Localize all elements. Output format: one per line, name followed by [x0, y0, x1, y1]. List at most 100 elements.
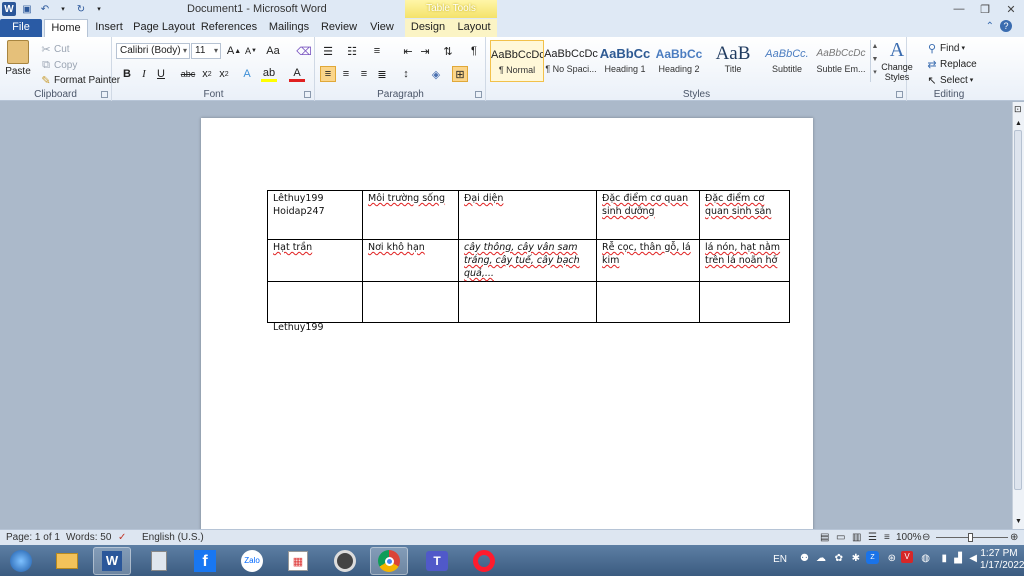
table-cell[interactable]: lá nón, hạt nằm trên lá noãn hở [699, 239, 790, 282]
table-cell[interactable]: Đại diện [458, 190, 597, 240]
increase-indent-button[interactable]: ⇥ [417, 43, 433, 59]
bold-button[interactable]: B [119, 66, 135, 82]
font-color-button[interactable]: A [289, 66, 305, 82]
table-cell[interactable]: Nơi khô hạn [362, 239, 459, 282]
taskbar-camera[interactable] [326, 547, 364, 575]
show-marks-button[interactable]: ¶ [466, 43, 482, 59]
underline-button[interactable]: U [153, 66, 169, 82]
taskbar-paint[interactable]: ▦ [279, 547, 317, 575]
page-count[interactable]: Page: 1 of 1 [6, 532, 60, 543]
language-indicator[interactable]: English (U.S.) [142, 532, 204, 543]
multilevel-list-button[interactable]: ≡ [369, 43, 385, 59]
replace-button[interactable]: ⇄ Replace [924, 56, 976, 72]
document-table[interactable]: Lêthuy199 Hoidap247 Môi trường sống Đại … [267, 190, 790, 323]
tab-file[interactable]: File [0, 19, 42, 37]
styles-gallery-scroll[interactable]: ▲ ▼ ▾ [870, 40, 879, 82]
outline-icon[interactable]: ☰ [868, 532, 877, 543]
clipboard-launcher[interactable] [101, 91, 108, 98]
tray-security-icon[interactable]: ✱ [852, 553, 860, 564]
borders-button[interactable]: ⊞ [452, 66, 468, 82]
style-heading-2[interactable]: AaBbCc Heading 2 [652, 40, 706, 82]
taskbar-facebook[interactable]: f [186, 547, 224, 575]
subscript-button[interactable]: x2 [199, 66, 215, 82]
align-right-button[interactable]: ≡ [356, 66, 372, 82]
minimize-icon[interactable]: — [946, 0, 972, 18]
grow-font-button[interactable]: A ▲ [226, 43, 242, 59]
ribbon-minimize-icon[interactable]: ⌃ [986, 21, 994, 32]
battery-icon[interactable]: ▮ [941, 553, 947, 564]
web-layout-icon[interactable]: ▥ [852, 532, 861, 543]
ruler-toggle-icon[interactable]: ⊡ [1014, 104, 1022, 115]
font-launcher[interactable] [304, 91, 311, 98]
undo-icon[interactable]: ↶ [38, 2, 52, 16]
find-button[interactable]: ⚲ Find ▾ [924, 40, 965, 56]
customize-qat-icon[interactable]: ▾ [92, 2, 106, 16]
line-spacing-button[interactable]: ↕ [398, 66, 414, 82]
change-case-button[interactable]: Aa [265, 43, 281, 59]
tray-settings-icon[interactable]: ✿ [835, 553, 843, 564]
zoom-level[interactable]: 100% [896, 532, 922, 543]
bullets-button[interactable]: ☰ [320, 43, 336, 59]
tab-review[interactable]: Review [318, 19, 360, 37]
numbering-button[interactable]: ☷ [344, 43, 360, 59]
close-icon[interactable]: ✕ [998, 0, 1024, 18]
volume-icon[interactable]: ◀ [969, 553, 977, 564]
style-subtitle[interactable]: AaBbCc. Subtitle [760, 40, 814, 82]
style-heading-1[interactable]: AaBbCc Heading 1 [598, 40, 652, 82]
table-cell[interactable]: Môi trường sống [362, 190, 459, 240]
shrink-font-button[interactable]: A ▼ [243, 43, 259, 59]
styles-launcher[interactable] [896, 91, 903, 98]
zoom-out-icon[interactable]: ⊖ [922, 532, 930, 543]
tab-page-layout[interactable]: Page Layout [133, 19, 195, 37]
copy-button[interactable]: ⧉ Copy [38, 57, 77, 73]
zoom-slider-thumb[interactable] [968, 533, 973, 542]
help-icon[interactable]: ? [1000, 20, 1012, 32]
network-icon[interactable]: ▟ [954, 553, 962, 564]
table-cell[interactable] [458, 281, 597, 323]
scrollbar-thumb[interactable] [1014, 130, 1022, 490]
document-paragraph[interactable]: Lethuy199 [273, 322, 324, 333]
text-effects-button[interactable]: A [239, 66, 255, 82]
highlight-button[interactable]: ab [261, 66, 277, 82]
table-cell[interactable]: Đặc điểm cơ quan sinh dưỡng [596, 190, 700, 240]
proofing-icon[interactable]: ✓ [118, 532, 126, 543]
tray-zalo-icon[interactable]: Z [866, 551, 879, 564]
paste-button[interactable]: Paste [4, 40, 32, 77]
strikethrough-button[interactable]: abc [180, 66, 196, 82]
zoom-in-icon[interactable]: ⊕ [1010, 532, 1018, 543]
scroll-down-icon[interactable]: ▼ [1015, 518, 1022, 525]
style-subtle-emphasis[interactable]: AaBbCcDc Subtle Em... [814, 40, 868, 82]
table-cell[interactable] [362, 281, 459, 323]
style-no-spacing[interactable]: AaBbCcDc ¶ No Spaci... [544, 40, 598, 82]
table-cell[interactable] [596, 281, 700, 323]
taskbar-word[interactable]: W [93, 547, 131, 575]
cut-button[interactable]: ✂ Cut [38, 41, 69, 57]
tab-home[interactable]: Home [44, 19, 88, 37]
select-button[interactable]: ↖ Select ▾ [924, 72, 973, 88]
style-normal[interactable]: AaBbCcDc ¶ Normal [490, 40, 544, 82]
table-cell[interactable]: Hạt trần [267, 239, 363, 282]
taskbar-file-explorer[interactable] [48, 547, 86, 575]
tray-app-icon[interactable]: ⚉ [800, 553, 809, 564]
tray-chrome-icon[interactable]: ◍ [921, 553, 930, 564]
taskbar-calculator[interactable] [140, 547, 178, 575]
input-language[interactable]: EN [773, 554, 787, 565]
taskbar-chrome[interactable] [370, 547, 408, 575]
table-cell[interactable]: Đặc điểm cơ quan sinh sản [699, 190, 790, 240]
italic-button[interactable]: I [136, 66, 152, 82]
redo-icon[interactable]: ↻ [74, 2, 88, 16]
taskbar-opera[interactable] [465, 547, 503, 575]
chevron-down-icon[interactable]: ▾ [56, 2, 70, 16]
align-center-button[interactable]: ≡ [338, 66, 354, 82]
tray-cloud-icon[interactable]: ☁ [816, 553, 826, 564]
format-painter-button[interactable]: ✎ Format Painter [38, 72, 120, 88]
decrease-indent-button[interactable]: ⇤ [400, 43, 416, 59]
align-left-button[interactable]: ≡ [320, 66, 336, 82]
table-cell[interactable]: Lêthuy199 Hoidap247 [267, 190, 363, 240]
style-title[interactable]: AaB Title [706, 40, 760, 82]
table-cell[interactable] [699, 281, 790, 323]
tray-unikey-icon[interactable]: V [901, 551, 913, 563]
tab-mailings[interactable]: Mailings [265, 19, 313, 37]
clear-formatting-button[interactable]: ⌫ [296, 43, 312, 59]
save-icon[interactable]: ▣ [20, 2, 34, 16]
